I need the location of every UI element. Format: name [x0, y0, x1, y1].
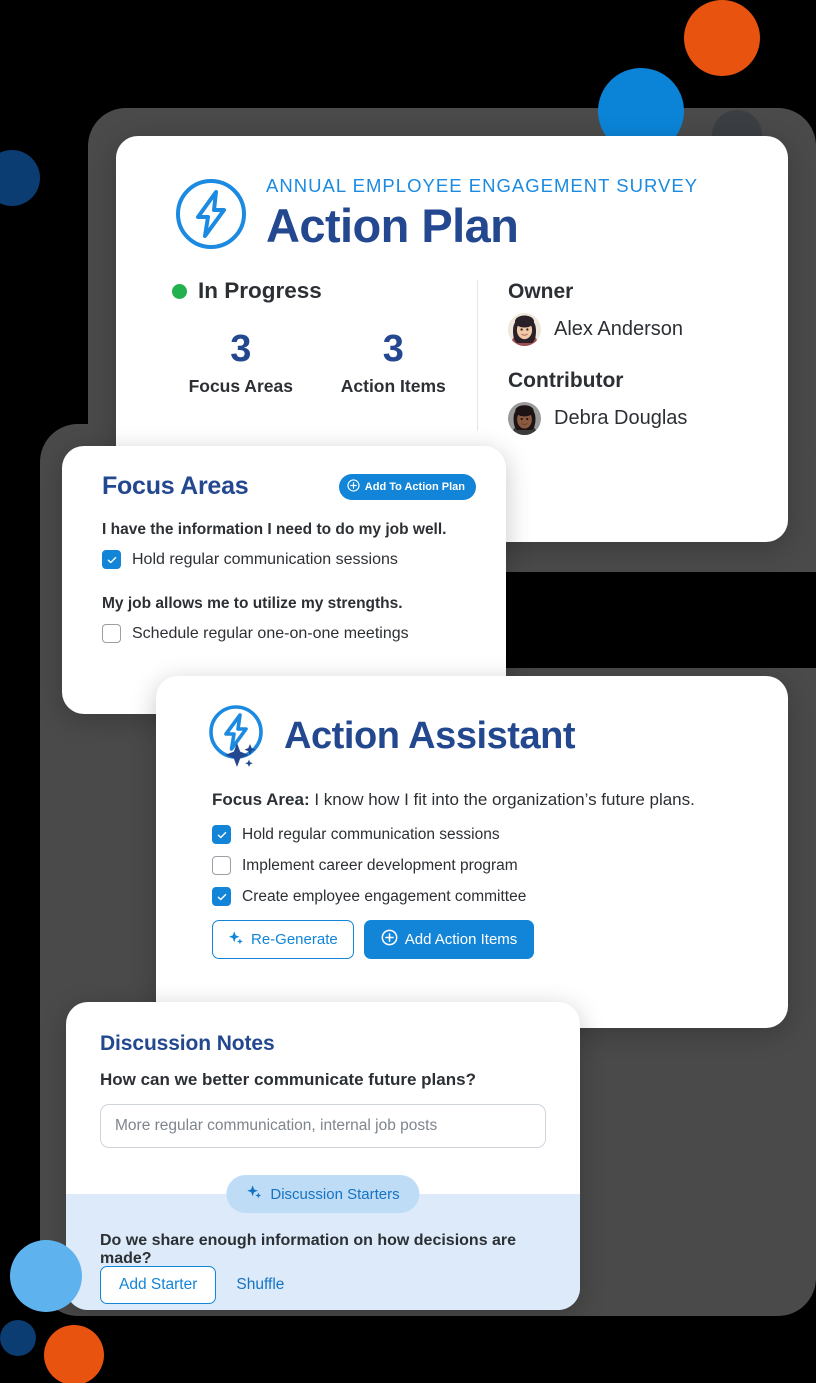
focus-areas-inner: Focus Areas Add To Action Plan I have th… — [62, 446, 506, 643]
focus-area-item-label: Schedule regular one-on-one meetings — [132, 624, 409, 642]
action-item[interactable]: Implement career development program — [212, 856, 788, 875]
focus-area-item[interactable]: Hold regular communication sessions — [102, 550, 476, 569]
shuffle-button[interactable]: Shuffle — [230, 1272, 290, 1298]
stat-focus-areas: 3 Focus Areas — [172, 330, 310, 397]
stat-label: Action Items — [340, 376, 446, 397]
action-plan-header: ANNUAL EMPLOYEE ENGAGEMENT SURVEY Action… — [116, 136, 788, 252]
focus-areas-title: Focus Areas — [102, 472, 249, 500]
focus-area-question: I have the information I need to do my j… — [102, 521, 447, 538]
discussion-notes-card: Discussion Notes How can we better commu… — [66, 1002, 580, 1310]
focus-areas-header: Focus Areas Add To Action Plan — [102, 472, 476, 501]
discussion-notes-title: Discussion Notes — [100, 1032, 275, 1055]
action-item-label: Implement career development program — [242, 856, 518, 874]
sparkle-icon — [246, 1184, 262, 1204]
action-assistant-title: Action Assistant — [284, 714, 576, 757]
action-plan-summary: In Progress 3 Focus Areas 3 Action Items — [172, 278, 477, 435]
action-assistant-header: Action Assistant — [156, 676, 788, 768]
discussion-starter-actions: Add Starter Shuffle — [100, 1266, 290, 1304]
decorative-circle-navy-bottom — [0, 1320, 36, 1356]
re-generate-label: Re-Generate — [251, 931, 338, 948]
action-assistant-card: Action Assistant Focus Area: I know how … — [156, 676, 788, 1028]
lightning-bolt-circle-icon — [174, 177, 248, 251]
discussion-starter-text: Do we share enough information on how de… — [100, 1232, 517, 1267]
page-title: Action Plan — [266, 199, 519, 253]
avatar — [508, 402, 541, 436]
add-to-action-plan-button[interactable]: Add To Action Plan — [338, 473, 476, 500]
discussion-note-input[interactable] — [100, 1104, 546, 1148]
re-generate-button[interactable]: Re-Generate — [212, 920, 354, 959]
focus-area-text: I know how I fit into the organization’s… — [309, 790, 695, 809]
stat-value: 3 — [230, 328, 252, 371]
owner-block: Owner Alex Anderson — [508, 280, 687, 347]
action-item-label: Create employee engagement committee — [242, 887, 527, 905]
owner-person[interactable]: Alex Anderson — [508, 313, 687, 347]
action-item[interactable]: Create employee engagement committee — [212, 887, 788, 906]
focus-area-question: My job allows me to utilize my strengths… — [102, 595, 403, 612]
checkbox-unchecked-icon[interactable] — [212, 856, 231, 875]
contributor-person[interactable]: Debra Douglas — [508, 402, 688, 436]
discussion-starters-band: Discussion Starters Do we share enough i… — [66, 1175, 580, 1310]
status-badge: In Progress — [172, 278, 477, 304]
owner-label: Owner — [508, 280, 574, 304]
contributor-block: Contributor Debra Douglas — [508, 369, 688, 436]
action-items-list: Hold regular communication sessions Impl… — [212, 825, 788, 906]
sparkle-icon — [228, 930, 244, 950]
discussion-starters-label: Discussion Starters — [270, 1185, 400, 1203]
action-plan-body: In Progress 3 Focus Areas 3 Action Items — [116, 278, 788, 436]
checkbox-checked-icon[interactable] — [212, 887, 231, 906]
add-starter-button[interactable]: Add Starter — [100, 1266, 217, 1304]
focus-area-prefix: Focus Area: — [212, 790, 310, 809]
action-plan-people: Owner Alex Anderson Contributor Debra Do… — [508, 278, 688, 436]
decorative-circle-light-blue-bottom — [10, 1240, 82, 1312]
stat-value: 3 — [382, 328, 404, 371]
focus-area-item-label: Hold regular communication sessions — [132, 550, 398, 568]
action-item[interactable]: Hold regular communication sessions — [212, 825, 788, 844]
survey-eyebrow: ANNUAL EMPLOYEE ENGAGEMENT SURVEY — [266, 175, 699, 196]
avatar — [508, 313, 541, 347]
focus-area-item[interactable]: Schedule regular one-on-one meetings — [102, 624, 476, 643]
plus-circle-icon — [347, 478, 360, 495]
discussion-starters-chip[interactable]: Discussion Starters — [226, 1175, 420, 1213]
owner-name: Alex Anderson — [554, 318, 683, 341]
page-root: ANNUAL EMPLOYEE ENGAGEMENT SURVEY Action… — [0, 0, 816, 1383]
discussion-notes-inner: Discussion Notes How can we better commu… — [66, 1002, 580, 1148]
stat-label: Focus Areas — [188, 376, 293, 397]
add-to-action-plan-label: Add To Action Plan — [364, 480, 465, 493]
focus-area-statement: Focus Area: I know how I fit into the or… — [212, 790, 788, 810]
action-assistant-body: Focus Area: I know how I fit into the or… — [156, 768, 788, 959]
focus-areas-card: Focus Areas Add To Action Plan I have th… — [62, 446, 506, 714]
contributor-name: Debra Douglas — [554, 407, 688, 430]
stats-row: 3 Focus Areas 3 Action Items — [172, 330, 477, 397]
status-dot-icon — [172, 283, 187, 299]
decorative-circle-orange-bottom — [44, 1325, 104, 1383]
checkbox-checked-icon[interactable] — [212, 825, 231, 844]
status-label: In Progress — [198, 278, 322, 304]
plus-circle-icon — [381, 929, 398, 950]
focus-area-group: My job allows me to utilize my strengths… — [102, 595, 476, 643]
action-plan-titles: ANNUAL EMPLOYEE ENGAGEMENT SURVEY Action… — [266, 175, 699, 253]
action-item-label: Hold regular communication sessions — [242, 825, 500, 843]
discussion-notes-question: How can we better communicate future pla… — [100, 1070, 476, 1089]
checkbox-checked-icon[interactable] — [102, 550, 121, 569]
add-action-items-label: Add Action Items — [404, 931, 518, 948]
add-action-items-button[interactable]: Add Action Items — [363, 920, 535, 959]
action-assistant-buttons: Re-Generate Add Action Items — [212, 920, 788, 959]
decorative-circle-navy-left — [0, 150, 40, 206]
lightning-bolt-sparkle-icon — [206, 704, 270, 768]
focus-area-group: I have the information I need to do my j… — [102, 521, 476, 569]
contributor-label: Contributor — [508, 369, 624, 393]
vertical-divider — [477, 280, 478, 432]
checkbox-unchecked-icon[interactable] — [102, 624, 121, 643]
stat-action-items: 3 Action Items — [310, 330, 477, 397]
decorative-circle-orange-top — [684, 0, 760, 76]
